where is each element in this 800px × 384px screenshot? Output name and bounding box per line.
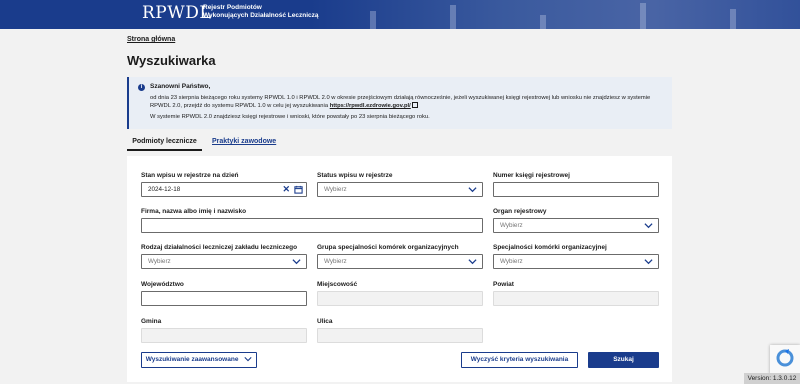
stan-date-input[interactable]: 2024-12-18 ✕ (141, 182, 307, 197)
grupa-select[interactable]: Wybierz (317, 254, 483, 269)
clear-criteria-button[interactable]: Wyczyść kryteria wyszukiwania (461, 352, 578, 368)
recaptcha-icon (776, 349, 794, 367)
chevron-down-icon (292, 259, 301, 265)
spec-label: Specjalności komórki organizacyjnej (493, 244, 607, 251)
header-background-image (310, 0, 800, 29)
powiat-label: Powiat (493, 281, 514, 288)
tab-podmioty-lecznicze[interactable]: Podmioty lecznicze (127, 138, 202, 151)
gmina-label: Gmina (141, 318, 162, 325)
status-label: Status wpisu w rejestrze (317, 172, 393, 179)
gmina-input[interactable] (141, 328, 307, 343)
chevron-down-icon (244, 357, 252, 362)
breadcrumb-home-link[interactable]: Strona główna (127, 36, 175, 43)
miejscowosc-input[interactable] (317, 291, 483, 306)
info-paragraph-2: W systemie RPWDL 2.0 znajdziesz księgi r… (150, 114, 430, 120)
info-title: Szanowni Państwo, (150, 83, 211, 90)
chevron-down-icon (644, 223, 653, 229)
logo[interactable]: RPWDL (142, 3, 211, 23)
rpwdl-link[interactable]: https://rpwdl.ezdrowie.gov.pl/ (330, 103, 411, 109)
search-form-panel: Stan wpisu w rejestrze na dzień 2024-12-… (127, 156, 672, 382)
status-select[interactable]: Wybierz (317, 182, 483, 197)
organ-select[interactable]: Wybierz (493, 218, 659, 233)
rodzaj-label: Rodzaj działalności leczniczej zakładu l… (141, 244, 298, 251)
ulica-input[interactable] (317, 328, 483, 343)
chevron-down-icon (644, 259, 653, 265)
rodzaj-select[interactable]: Wybierz (141, 254, 307, 269)
spec-select[interactable]: Wybierz (493, 254, 659, 269)
recaptcha-badge[interactable] (770, 345, 800, 375)
ulica-label: Ulica (317, 318, 333, 325)
powiat-input[interactable] (493, 291, 659, 306)
organ-label: Organ rejestrowy (493, 208, 547, 215)
grupa-label: Grupa specjalności komórek organizacyjny… (317, 244, 459, 251)
version-label: Version: 1.3.0.12 (744, 373, 800, 384)
wojewodztwo-input[interactable] (141, 291, 307, 306)
firma-label: Firma, nazwa albo imię i nazwisko (141, 208, 247, 215)
info-icon: i (138, 84, 145, 91)
chevron-down-icon (468, 259, 477, 265)
chevron-down-icon (468, 187, 477, 193)
tab-praktyki-zawodowe[interactable]: Praktyki zawodowe (212, 138, 276, 149)
page-title: Wyszukiwarka (127, 53, 216, 68)
calendar-icon[interactable] (294, 185, 303, 194)
info-alert: i Szanowni Państwo, od dnia 23 sierpnia … (127, 77, 672, 129)
clear-date-icon[interactable]: ✕ (282, 184, 290, 195)
logo-subtitle: Rejestr Podmiotów Wykonujących Działalno… (203, 4, 319, 19)
advanced-search-button[interactable]: Wyszukiwanie zaawansowane (141, 352, 257, 368)
firma-input[interactable] (141, 218, 483, 233)
search-button[interactable]: Szukaj (588, 352, 659, 368)
wojewodztwo-label: Województwo (141, 281, 184, 288)
numer-label: Numer księgi rejestrowej (493, 172, 570, 179)
info-paragraph: od dnia 23 sierpnia bieżącego roku syste… (150, 95, 651, 109)
miejscowosc-label: Miejscowość (317, 281, 358, 288)
numer-input[interactable] (493, 182, 659, 197)
site-header: RPWDL Rejestr Podmiotów Wykonujących Dzi… (0, 0, 800, 29)
stan-label: Stan wpisu w rejestrze na dzień (141, 172, 239, 179)
external-link-icon (412, 102, 419, 109)
